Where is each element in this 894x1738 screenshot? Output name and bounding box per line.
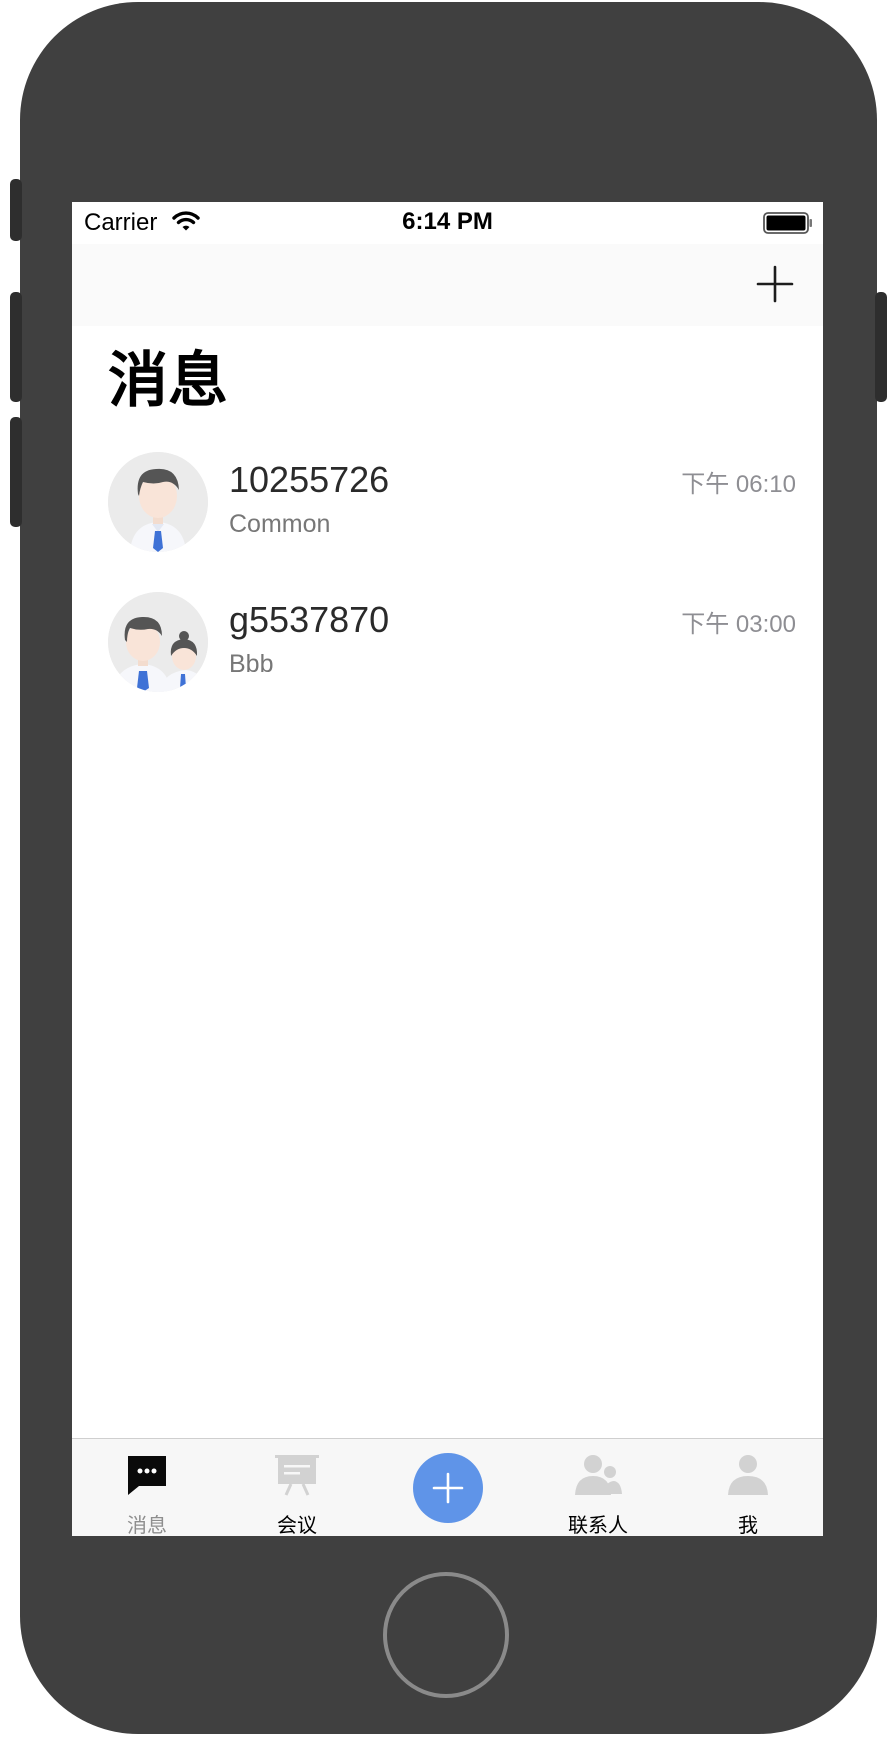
tab-bar: 消息 会议 联系人 我 <box>72 1438 823 1536</box>
power-button <box>875 292 887 402</box>
tab-contacts[interactable]: 联系人 <box>523 1439 673 1536</box>
status-clock: 6:14 PM <box>402 208 493 235</box>
tab-meetings[interactable]: 会议 <box>222 1439 372 1536</box>
battery-icon <box>763 212 813 241</box>
plus-icon <box>432 1472 464 1504</box>
navigation-bar <box>72 244 823 326</box>
tab-contacts-label: 联系人 <box>568 1513 628 1536</box>
volume-up-button <box>10 292 22 402</box>
page-title: 消息 <box>108 346 228 416</box>
conversation-name: g5537870 <box>229 599 390 640</box>
contacts-icon <box>575 1455 622 1495</box>
tab-me[interactable]: 我 <box>673 1439 823 1536</box>
center-add-button[interactable] <box>413 1453 483 1523</box>
conversation-row[interactable]: g5537870 Bbb 下午 03:00 <box>72 587 823 727</box>
conversation-row[interactable]: 10255726 Common 下午 06:10 <box>72 447 823 587</box>
app-screen: Carrier 6:14 PM 消息 10255726 Common 下午 06… <box>72 202 823 1536</box>
mute-switch <box>10 179 22 241</box>
volume-down-button <box>10 417 22 527</box>
tab-messages[interactable]: 消息 <box>72 1439 222 1536</box>
single-user-avatar <box>108 452 208 552</box>
plus-icon <box>756 265 794 303</box>
conversation-preview: Common <box>229 510 331 538</box>
tab-meetings-label: 会议 <box>277 1513 317 1536</box>
group-avatar <box>108 592 208 692</box>
conversation-time: 下午 03:00 <box>681 611 796 638</box>
person-icon <box>728 1455 768 1495</box>
conversation-name: 10255726 <box>229 459 390 500</box>
meeting-board-icon <box>275 1455 319 1496</box>
conversation-list: 10255726 Common 下午 06:10 g5537870 Bbb 下午… <box>72 447 823 727</box>
tab-messages-label: 消息 <box>127 1513 167 1536</box>
tab-me-label: 我 <box>738 1513 758 1536</box>
status-bar: Carrier 6:14 PM <box>72 202 823 244</box>
conversation-preview: Bbb <box>229 650 274 678</box>
chat-bubble-icon <box>128 1456 166 1495</box>
home-button[interactable] <box>383 1572 509 1698</box>
conversation-time: 下午 06:10 <box>681 471 796 498</box>
add-button[interactable] <box>755 264 795 304</box>
